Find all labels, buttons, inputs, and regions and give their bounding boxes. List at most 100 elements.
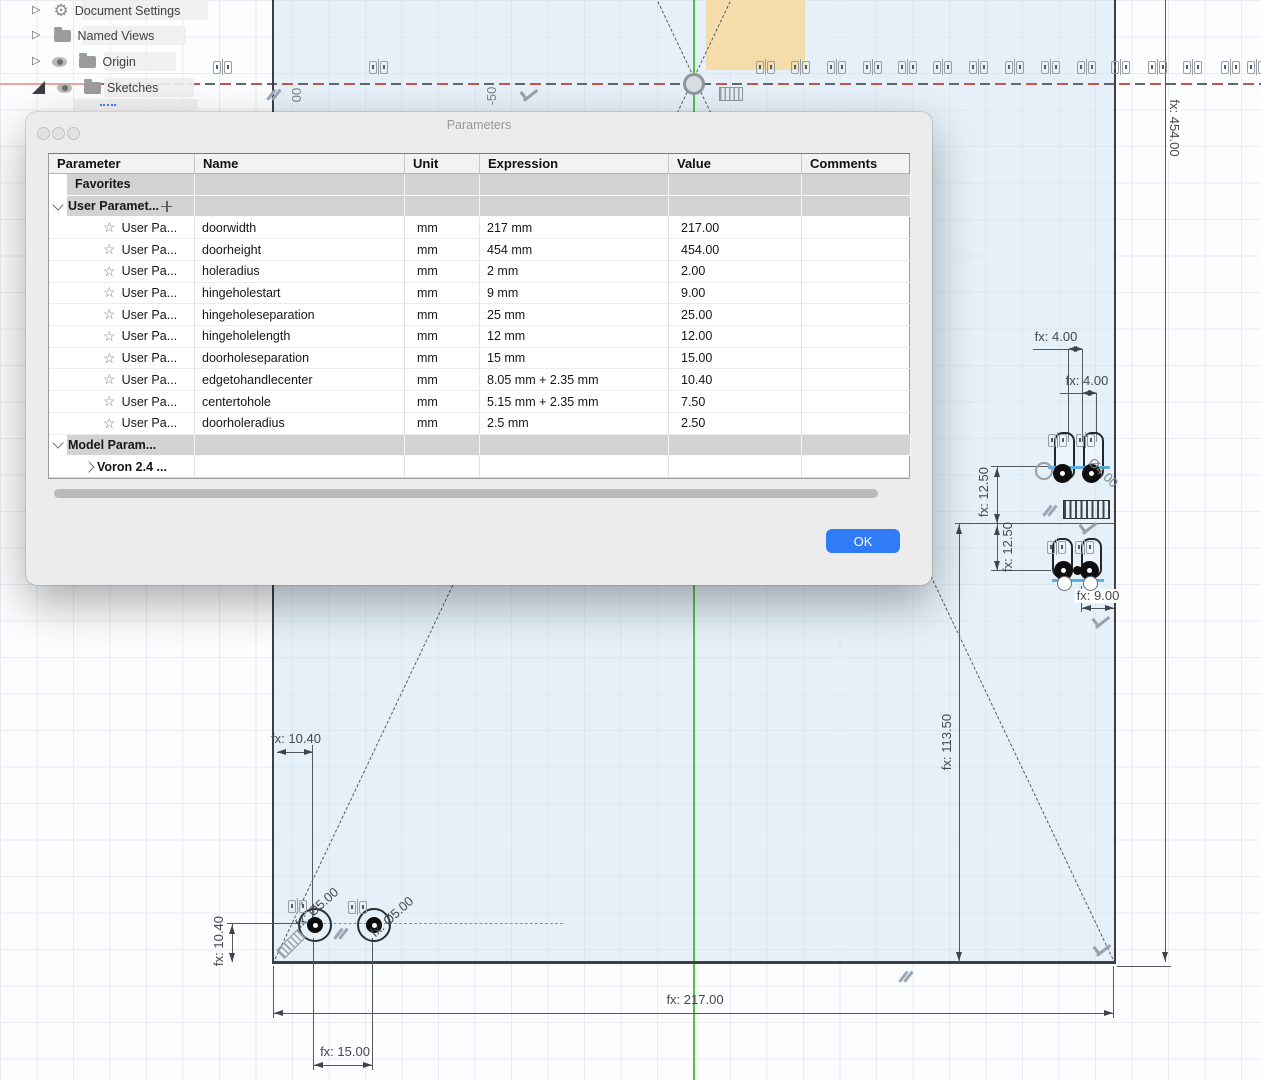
col-header-name[interactable]: Name (195, 154, 405, 173)
symmetry-constraint-icon[interactable] (898, 59, 917, 75)
hinge-hole-a1[interactable] (1053, 464, 1072, 483)
parallel-constraint-icon[interactable] (266, 87, 282, 103)
group-row[interactable]: Voron 2.4 ... (49, 456, 911, 479)
symmetry-constraint-icon[interactable] (288, 898, 307, 914)
favorite-star-icon[interactable]: ☆ (103, 371, 116, 388)
visibility-eye-icon[interactable] (52, 56, 68, 67)
param-unit-cell[interactable]: mm (405, 243, 438, 257)
param-expression-cell[interactable]: 5.15 mm + 2.35 mm (480, 395, 599, 409)
param-unit-cell[interactable]: mm (405, 264, 438, 278)
symmetry-constraint-icon[interactable] (863, 59, 882, 75)
parallel-constraint-icon[interactable] (1042, 503, 1058, 519)
favorite-star-icon[interactable]: ☆ (103, 263, 116, 280)
expand-arrow-icon[interactable]: ▷ (32, 30, 40, 41)
param-value-cell[interactable]: 12.00 (669, 329, 712, 343)
tree-item-named-views[interactable]: ▷ Named Views (32, 26, 154, 45)
origin-point[interactable] (683, 73, 705, 95)
symmetry-constraint-icon[interactable] (1148, 59, 1167, 75)
tangent-constraint-icon[interactable] (1079, 518, 1101, 540)
symmetry-constraint-icon[interactable] (791, 59, 810, 75)
x-axis-construction-line[interactable] (96, 83, 1261, 85)
symmetry-constraint-icon[interactable] (213, 59, 232, 75)
dim-line-217[interactable] (273, 1013, 1114, 1014)
section-row[interactable]: Favorites (49, 174, 911, 196)
horizontal-scrollbar[interactable] (48, 487, 910, 501)
chevron-right-icon[interactable] (83, 461, 95, 473)
dim-label-hinge-125b[interactable]: fx: 12.50 (1000, 522, 1015, 572)
chevron-down-icon[interactable] (52, 437, 64, 450)
param-name-cell[interactable]: hingeholestart (195, 286, 281, 300)
tangent-constraint-icon[interactable] (1092, 612, 1114, 634)
symmetry-constraint-icon[interactable] (1075, 539, 1094, 555)
col-header-unit[interactable]: Unit (405, 154, 480, 173)
col-header-comments[interactable]: Comments (802, 154, 911, 173)
chevron-down-icon[interactable] (52, 198, 64, 211)
symmetry-constraint-icon[interactable] (969, 59, 988, 75)
param-value-cell[interactable]: 10.40 (669, 373, 712, 387)
hinge-end-circle[interactable] (1057, 576, 1072, 591)
param-unit-cell[interactable]: mm (405, 308, 438, 322)
param-name-cell[interactable]: doorheight (195, 243, 261, 257)
symmetry-constraint-icon[interactable] (1111, 59, 1130, 75)
parameter-row[interactable]: ☆ User Pa... doorheight mm 454 mm 454.00 (49, 239, 911, 261)
col-header-expression[interactable]: Expression (480, 154, 669, 173)
param-name-cell[interactable]: doorwidth (195, 221, 256, 235)
param-value-cell[interactable]: 15.00 (669, 351, 712, 365)
col-header-value[interactable]: Value (669, 154, 802, 173)
param-unit-cell[interactable]: mm (405, 416, 438, 430)
fixed-constraint-icon[interactable] (719, 87, 743, 101)
param-expression-cell[interactable]: 2.5 mm (480, 416, 529, 430)
tree-item-label[interactable]: Document Settings (75, 4, 181, 18)
favorite-star-icon[interactable]: ☆ (103, 219, 116, 236)
tree-item-sketches[interactable]: Sketches (32, 78, 158, 97)
symmetry-constraint-icon[interactable] (348, 899, 367, 915)
favorite-star-icon[interactable]: ☆ (103, 393, 116, 410)
parameter-row[interactable]: ☆ User Pa... hingeholestart mm 9 mm 9.00 (49, 282, 911, 305)
param-unit-cell[interactable]: mm (405, 351, 438, 365)
param-name-cell[interactable]: doorholeseparation (195, 351, 309, 365)
param-name-cell[interactable]: hingeholelength (195, 329, 290, 343)
parameter-row[interactable]: ☆ User Pa... holeradius mm 2 mm 2.00 (49, 260, 911, 283)
param-unit-cell[interactable]: mm (405, 221, 438, 235)
param-expression-cell[interactable]: 2 mm (480, 264, 518, 278)
param-value-cell[interactable]: 2.00 (669, 264, 705, 278)
col-header-parameter[interactable]: Parameter (49, 154, 195, 173)
symmetry-constraint-icon[interactable] (1183, 59, 1202, 75)
param-value-cell[interactable]: 454.00 (669, 243, 719, 257)
param-expression-cell[interactable]: 12 mm (480, 329, 525, 343)
favorite-star-icon[interactable]: ☆ (103, 415, 116, 432)
param-unit-cell[interactable]: mm (405, 373, 438, 387)
param-expression-cell[interactable]: 454 mm (480, 243, 532, 257)
add-parameter-icon[interactable] (161, 200, 173, 212)
dim-label-door-height[interactable]: fx: 454.00 (1167, 97, 1182, 159)
symmetry-constraint-icon[interactable] (756, 59, 775, 75)
param-name-cell[interactable]: edgetohandlecenter (195, 373, 313, 387)
parameter-row[interactable]: ☆ User Pa... doorholeradius mm 2.5 mm 2.50 (49, 412, 911, 435)
tangent-constraint-icon[interactable] (1093, 940, 1115, 962)
parameter-row[interactable]: ☆ User Pa... doorholeseparation mm 15 mm 15.0… (49, 347, 911, 370)
symmetry-constraint-icon[interactable] (1048, 432, 1067, 448)
expand-arrow-icon[interactable]: ▷ (32, 56, 40, 67)
parameter-row[interactable]: ☆ User Pa... edgetohandlecenter mm 8.05 mm +… (49, 369, 911, 392)
favorite-star-icon[interactable]: ☆ (103, 284, 116, 301)
hinge-end-circle[interactable] (1083, 576, 1098, 591)
symmetry-constraint-icon[interactable] (369, 59, 388, 75)
dim-label-edge-to-handle-v[interactable]: fx: 10.40 (211, 916, 226, 966)
symmetry-constraint-icon[interactable] (827, 59, 846, 75)
symmetry-constraint-icon[interactable] (1041, 59, 1060, 75)
tree-item-label[interactable]: Sketches (107, 81, 158, 95)
parameter-row[interactable]: ☆ User Pa... centertohole mm 5.15 mm + 2.35 … (49, 391, 911, 413)
param-value-cell[interactable]: 7.50 (669, 395, 705, 409)
param-name-cell[interactable]: centertohole (195, 395, 271, 409)
symmetry-constraint-icon[interactable] (1077, 59, 1096, 75)
symmetry-constraint-icon[interactable] (933, 59, 952, 75)
tree-item-origin[interactable]: ▷ Origin (32, 52, 136, 71)
favorite-star-icon[interactable]: ☆ (103, 306, 116, 323)
tree-item-label[interactable]: Named Views (77, 29, 154, 43)
parameter-row[interactable]: ☆ User Pa... doorwidth mm 217 mm 217.00 (49, 217, 911, 240)
parameter-row[interactable]: ☆ User Pa... hingeholeseparation mm 25 mm 25.… (49, 304, 911, 327)
dim-label-hinge-125a[interactable]: fx: 12.50 (976, 467, 991, 517)
tangent-constraint-icon[interactable] (520, 85, 542, 107)
symmetry-constraint-icon[interactable] (1221, 59, 1240, 75)
dim-label-edge-to-handle-h[interactable]: fx: 10.40 (271, 732, 321, 746)
